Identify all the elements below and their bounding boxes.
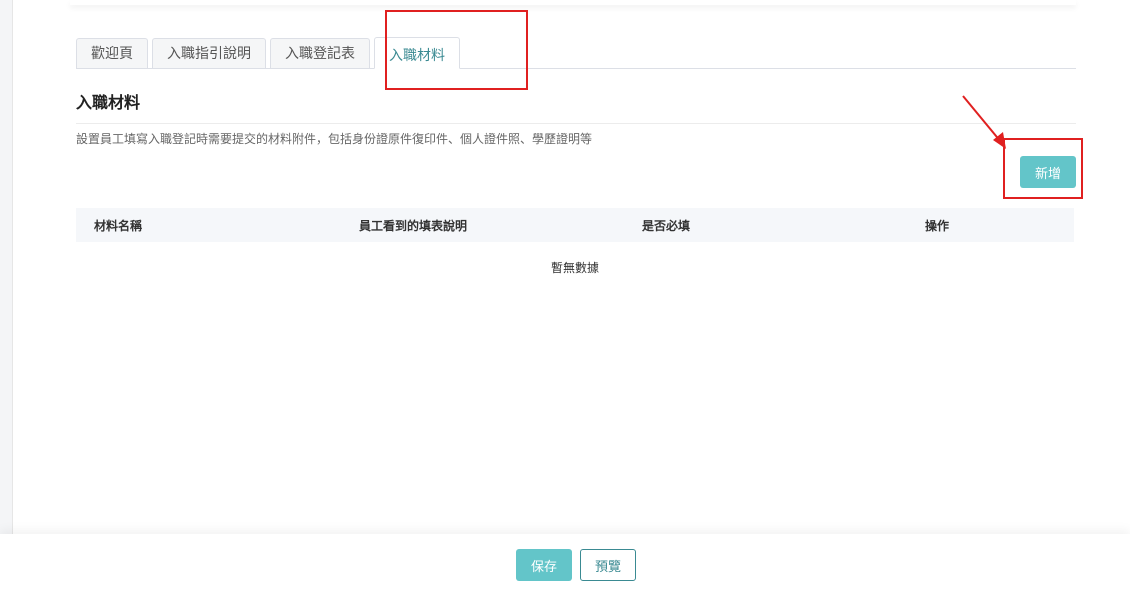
table-header: 材料名稱 員工看到的填表說明 是否必填 操作 [76, 208, 1074, 242]
left-rail [0, 0, 13, 534]
tab-bar: 歡迎頁 入職指引說明 入職登記表 入職材料 [76, 36, 1076, 69]
materials-table: 材料名稱 員工看到的填表說明 是否必填 操作 暫無數據 [76, 208, 1074, 276]
add-button-highlight-box [1003, 138, 1083, 199]
preview-button[interactable]: 預覽 [580, 549, 636, 581]
empty-state-text: 暫無數據 [550, 261, 599, 275]
main-content: 歡迎頁 入職指引說明 入職登記表 入職材料 入職材料 設置員工填寫入職登記時需要… [76, 36, 1076, 275]
top-card-edge [70, 0, 1076, 5]
annotation-arrow-icon [962, 95, 1006, 149]
section-description: 設置員工填寫入職登記時需要提交的材料附件，包括身份證原件復印件、個人證件照、學歷… [76, 132, 593, 146]
save-button[interactable]: 保存 [516, 549, 572, 581]
tab-onboarding-guide[interactable]: 入職指引說明 [152, 38, 266, 68]
tab-registration-form[interactable]: 入職登記表 [270, 38, 370, 68]
page: 歡迎頁 入職指引說明 入職登記表 入職材料 入職材料 設置員工填寫入職登記時需要… [0, 0, 1130, 590]
column-header-instructions: 員工看到的填表說明 [359, 218, 468, 233]
column-header-required: 是否必填 [642, 218, 691, 233]
column-header-actions: 操作 [925, 218, 950, 233]
section-title: 入職材料 [76, 89, 1076, 124]
tab-highlight-box [385, 10, 528, 90]
footer-bar: 保存 預覽 [0, 534, 1130, 590]
tab-welcome[interactable]: 歡迎頁 [76, 38, 148, 68]
column-header-name: 材料名稱 [94, 218, 143, 233]
